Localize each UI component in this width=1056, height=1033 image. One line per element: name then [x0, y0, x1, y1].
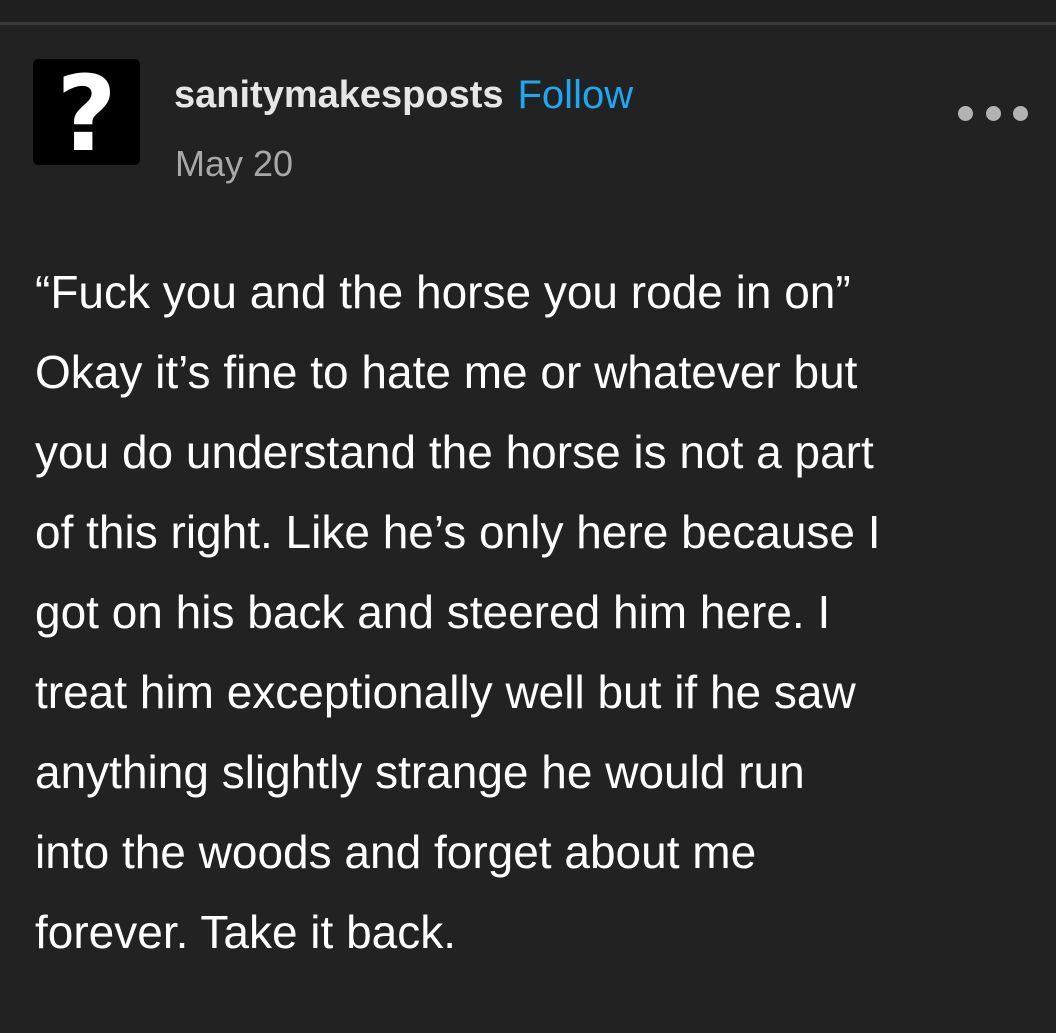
post-body-line: treat him exceptionally well but if he s… — [35, 666, 856, 718]
top-divider — [0, 22, 1056, 25]
more-options-icon-dot — [985, 105, 1001, 121]
post-body-line: you do understand the horse is not a par… — [35, 426, 874, 478]
post-body-line: of this right. Like he’s only here becau… — [35, 506, 881, 558]
post-body-line: got on his back and steered him here. I — [35, 586, 831, 638]
avatar[interactable]: ? — [33, 59, 140, 165]
post-body: “Fuck you and the horse you rode in on” … — [35, 252, 1045, 972]
post-body-line: “Fuck you and the horse you rode in on” — [35, 266, 851, 318]
post-body-line: forever. Take it back. — [35, 906, 457, 958]
question-mark-avatar-icon: ? — [56, 59, 117, 165]
post-body-line: into the woods and forget about me — [35, 826, 757, 878]
more-options-button[interactable] — [958, 98, 1028, 128]
username-link[interactable]: sanitymakesposts — [174, 74, 504, 117]
post-date: May 20 — [175, 143, 294, 184]
post-body-line: Okay it’s fine to hate me or whatever bu… — [35, 346, 858, 398]
post-body-line: anything slightly strange he would run — [35, 746, 805, 798]
post-screen: ? sanitymakesposts Follow May 20 “Fuck y… — [0, 0, 1056, 1033]
post-header: sanitymakesposts Follow — [174, 68, 633, 122]
more-options-icon-dot — [958, 105, 973, 121]
more-options-icon-dot — [1013, 105, 1028, 121]
top-band — [0, 0, 1056, 22]
follow-button[interactable]: Follow — [518, 73, 634, 118]
